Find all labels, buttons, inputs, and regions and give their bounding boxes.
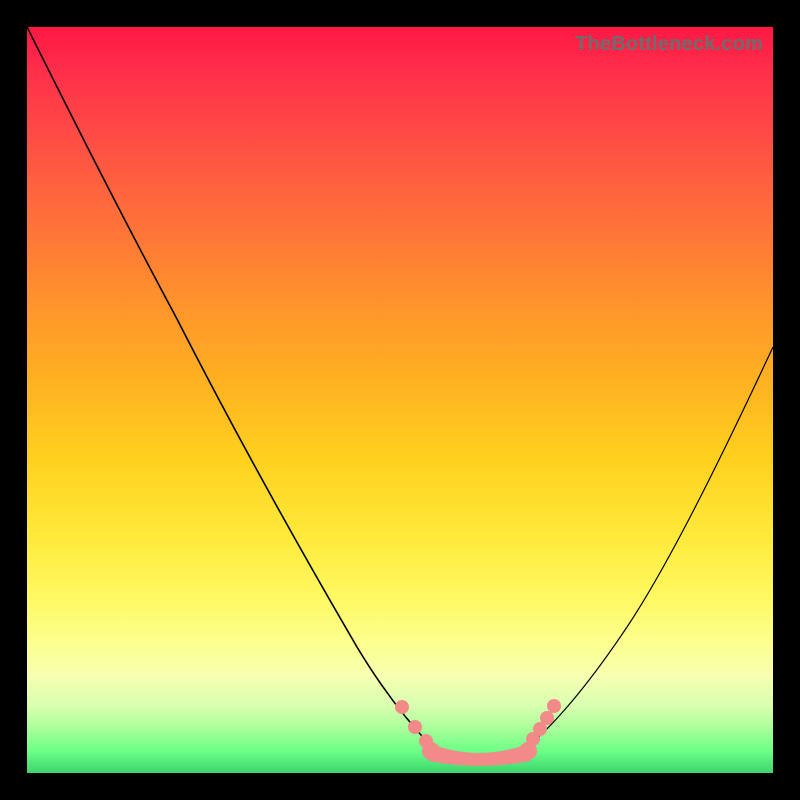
chart-overlay xyxy=(27,27,773,773)
outer-frame: TheBottleneck.com xyxy=(0,0,800,800)
curve-left xyxy=(27,27,432,747)
pink-dot-l3 xyxy=(419,734,433,748)
plot-area: TheBottleneck.com xyxy=(27,27,773,773)
pink-dot-r4 xyxy=(547,699,561,713)
pink-dot-l1 xyxy=(395,700,409,714)
pink-bottom-segment xyxy=(429,743,530,766)
pink-dot-l2 xyxy=(408,720,422,734)
curve-right xyxy=(527,347,773,747)
pink-dot-r3 xyxy=(540,711,554,725)
